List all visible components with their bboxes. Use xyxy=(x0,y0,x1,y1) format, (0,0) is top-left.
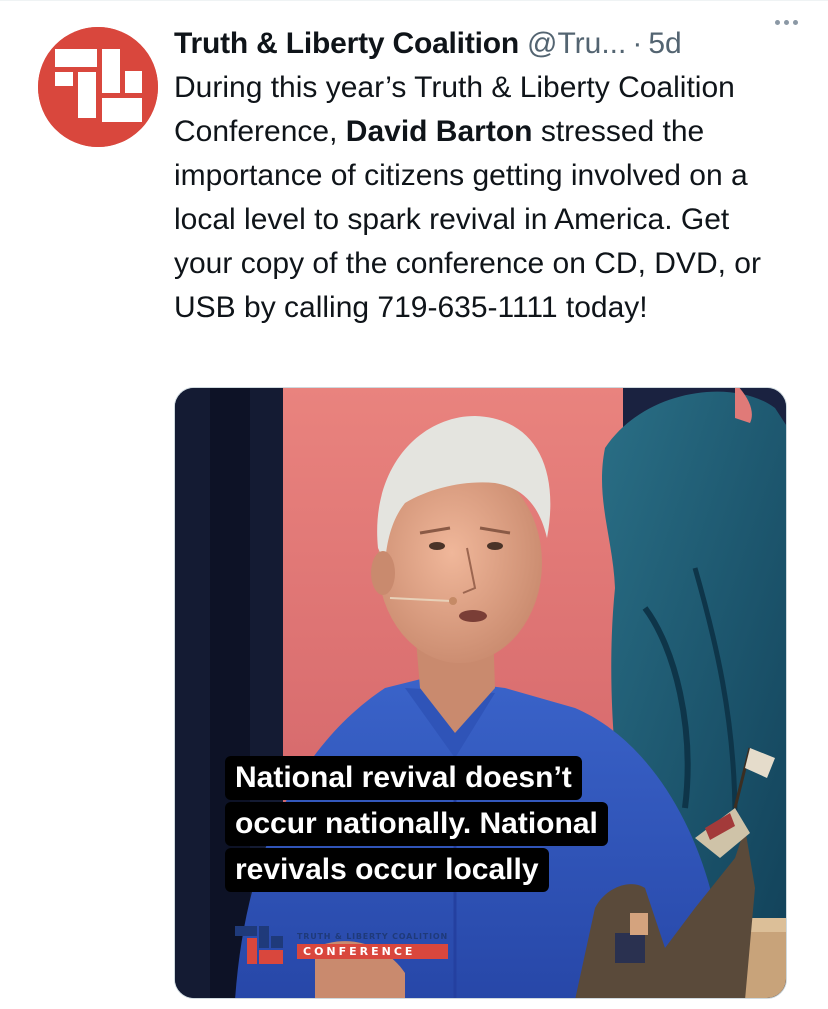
truth-liberty-logo-icon xyxy=(38,27,158,147)
timestamp[interactable]: 5d xyxy=(648,27,681,61)
caption-line: occur nationally. National xyxy=(225,802,608,846)
tweet-text: During this year’s Truth & Liberty Coali… xyxy=(174,66,794,330)
author-handle[interactable]: @Tru... xyxy=(527,27,626,61)
image-caption: National revival doesn’t occur nationall… xyxy=(225,756,608,894)
tweet-media-image[interactable]: National revival doesn’t occur nationall… xyxy=(174,387,787,999)
tweet-header: Truth & Liberty Coalition @Tru... · 5d xyxy=(174,22,808,66)
caption-line: National revival doesn’t xyxy=(225,756,582,800)
tweet-text-mention: David Barton xyxy=(345,115,533,148)
conference-org: TRUTH & LIBERTY COALITION xyxy=(297,931,448,941)
conference-logo: TRUTH & LIBERTY COALITION CONFERENCE xyxy=(233,922,448,968)
tweet[interactable]: Truth & Liberty Coalition @Tru... · 5d D… xyxy=(0,0,828,1009)
separator: · xyxy=(632,27,643,60)
truth-liberty-logo-icon xyxy=(235,926,283,964)
divider xyxy=(0,0,828,1)
caption-line: revivals occur locally xyxy=(225,848,549,892)
author-name[interactable]: Truth & Liberty Coalition xyxy=(174,27,519,61)
conference-label: CONFERENCE xyxy=(297,943,448,959)
speaker-photo xyxy=(175,388,786,998)
avatar[interactable] xyxy=(38,27,158,147)
more-horizontal-icon[interactable] xyxy=(766,10,806,34)
